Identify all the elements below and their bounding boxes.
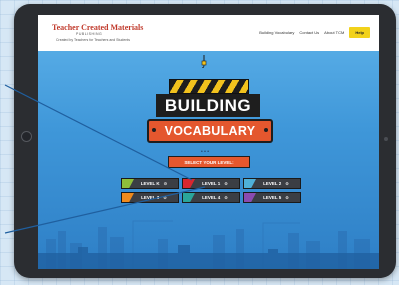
callout-lines (4, 84, 206, 234)
